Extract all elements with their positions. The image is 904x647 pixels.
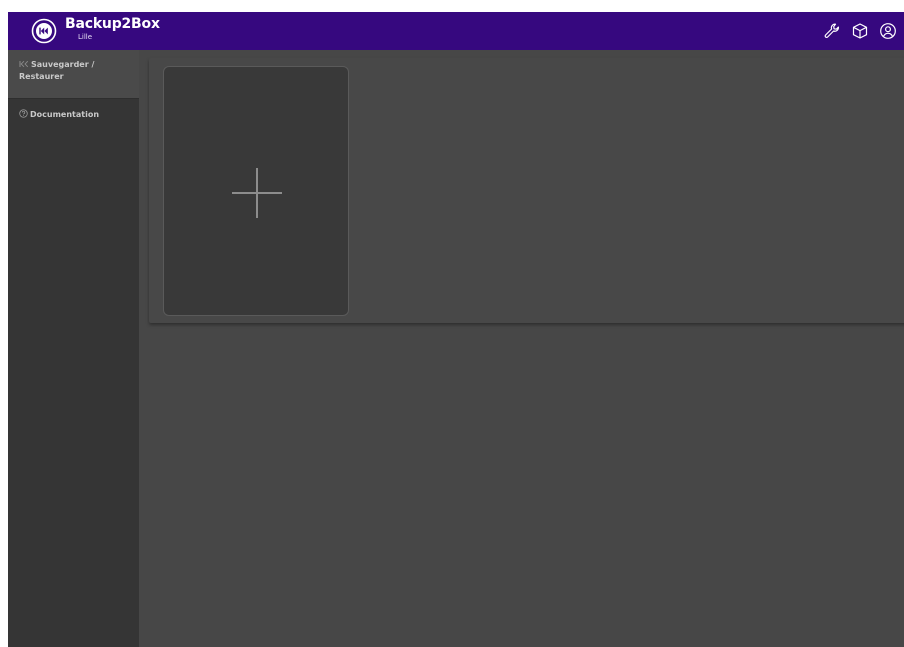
sidebar-item-backup-restore[interactable]: Sauvegarder / Restaurer	[8, 50, 139, 99]
brand: Backup2Box Lille	[65, 16, 160, 41]
sidebar-item-documentation[interactable]: Documentation	[8, 99, 139, 131]
sidebar-item-label-line2: Restaurer	[19, 72, 64, 81]
sidebar: Sauvegarder / Restaurer Documentation	[8, 50, 139, 647]
app-window: Backup2Box Lille Sauvegarder / Restaurer	[8, 12, 904, 647]
app-subtitle: Lille	[78, 33, 93, 41]
user-circle-icon[interactable]	[879, 22, 897, 40]
content-panel	[149, 58, 904, 323]
skip-icon	[19, 60, 29, 68]
help-circle-icon	[19, 109, 28, 118]
top-bar: Backup2Box Lille	[8, 12, 904, 50]
package-icon[interactable]	[851, 22, 869, 40]
app-title: Backup2Box	[65, 16, 160, 32]
wrench-icon[interactable]	[823, 22, 841, 40]
sidebar-item-label: Documentation	[30, 110, 100, 119]
rewind-icon[interactable]	[31, 18, 57, 44]
add-card-button[interactable]	[163, 66, 349, 316]
plus-icon	[232, 168, 282, 218]
sidebar-item-label: Sauvegarder /	[31, 60, 95, 69]
